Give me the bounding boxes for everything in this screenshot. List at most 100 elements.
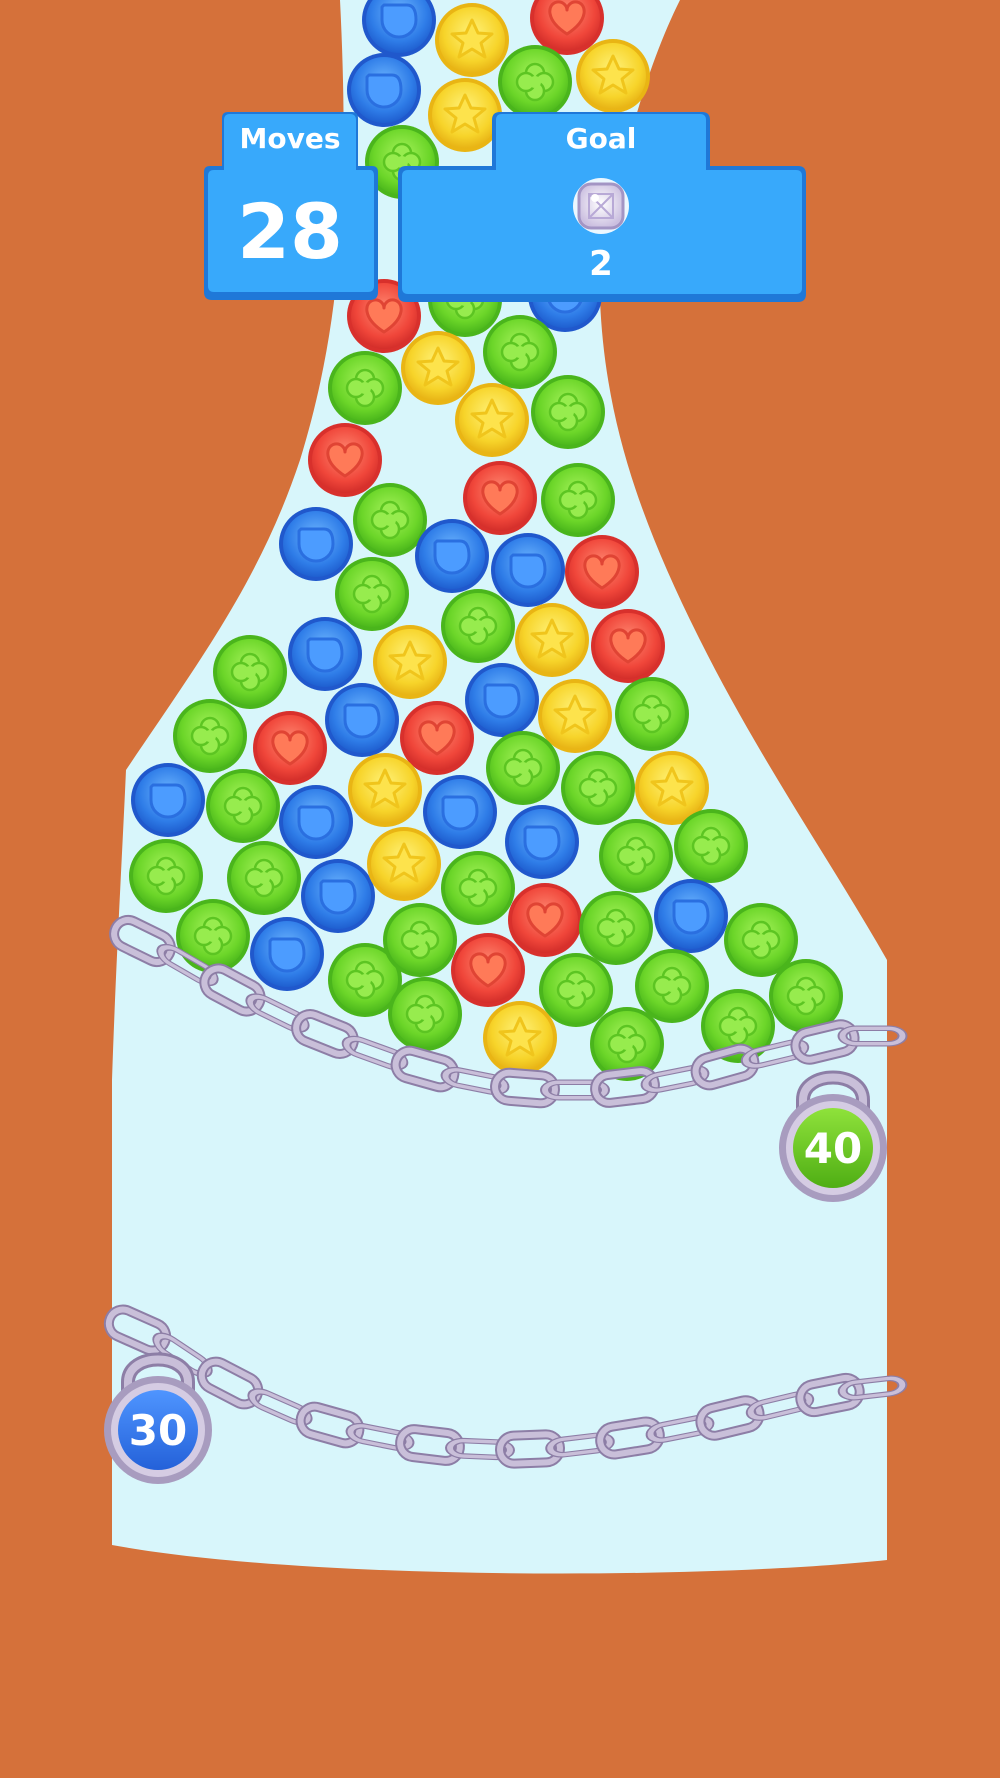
- clover-piece[interactable]: [439, 849, 517, 927]
- drop-piece[interactable]: [652, 877, 730, 955]
- drop-piece[interactable]: [421, 773, 499, 851]
- heart-piece[interactable]: [506, 881, 584, 959]
- moves-label: Moves: [239, 122, 340, 155]
- clover-icon: [225, 839, 303, 917]
- drop-icon: [299, 857, 377, 935]
- star-icon: [433, 1, 511, 79]
- clover-icon: [577, 889, 655, 967]
- clover-piece[interactable]: [613, 675, 691, 753]
- clover-piece[interactable]: [326, 349, 404, 427]
- clover-icon: [439, 849, 517, 927]
- heart-piece[interactable]: [306, 421, 384, 499]
- clover-piece[interactable]: [171, 697, 249, 775]
- drop-icon: [323, 681, 401, 759]
- drop-piece[interactable]: [323, 681, 401, 759]
- moves-value: 28: [237, 187, 343, 276]
- star-icon: [399, 329, 477, 407]
- clover-icon: [326, 349, 404, 427]
- drop-icon: [286, 615, 364, 693]
- heart-piece[interactable]: [589, 607, 667, 685]
- drop-icon: [489, 531, 567, 609]
- clover-piece[interactable]: [439, 587, 517, 665]
- heart-icon: [449, 931, 527, 1009]
- star-piece[interactable]: [574, 37, 652, 115]
- heart-icon: [306, 421, 384, 499]
- clover-icon: [211, 633, 289, 711]
- drop-icon: [413, 517, 491, 595]
- clover-piece[interactable]: [496, 43, 574, 121]
- drop-piece[interactable]: [299, 857, 377, 935]
- drop-icon: [345, 51, 423, 129]
- drop-piece[interactable]: [489, 531, 567, 609]
- drop-piece[interactable]: [277, 783, 355, 861]
- clover-piece[interactable]: [386, 975, 464, 1053]
- drop-piece[interactable]: [463, 661, 541, 739]
- star-piece[interactable]: [513, 601, 591, 679]
- drop-icon: [503, 803, 581, 881]
- drop-icon: [277, 783, 355, 861]
- lock-40-label: 40: [804, 1124, 862, 1173]
- clover-piece[interactable]: [351, 481, 429, 559]
- clover-piece[interactable]: [537, 951, 615, 1029]
- clover-piece[interactable]: [381, 901, 459, 979]
- clover-piece[interactable]: [174, 897, 252, 975]
- heart-piece[interactable]: [449, 931, 527, 1009]
- clover-icon: [481, 313, 559, 391]
- clover-piece[interactable]: [481, 313, 559, 391]
- heart-piece[interactable]: [461, 459, 539, 537]
- star-piece[interactable]: [399, 329, 477, 407]
- star-piece[interactable]: [481, 999, 559, 1077]
- drop-icon: [463, 661, 541, 739]
- clover-icon: [613, 675, 691, 753]
- goal-count: 2: [589, 244, 613, 284]
- clover-icon: [597, 817, 675, 895]
- drop-piece[interactable]: [248, 915, 326, 993]
- star-piece[interactable]: [453, 381, 531, 459]
- drop-icon: [248, 915, 326, 993]
- star-piece[interactable]: [371, 623, 449, 701]
- clover-piece[interactable]: [539, 461, 617, 539]
- heart-piece[interactable]: [563, 533, 641, 611]
- clover-piece[interactable]: [333, 555, 411, 633]
- drop-piece[interactable]: [129, 761, 207, 839]
- clover-icon: [386, 975, 464, 1053]
- star-icon: [371, 623, 449, 701]
- heart-icon: [563, 533, 641, 611]
- clover-icon: [539, 461, 617, 539]
- clover-icon: [559, 749, 637, 827]
- clover-icon: [204, 767, 282, 845]
- clover-icon: [381, 901, 459, 979]
- drop-piece[interactable]: [286, 615, 364, 693]
- star-piece[interactable]: [426, 76, 504, 154]
- clover-piece[interactable]: [559, 749, 637, 827]
- drop-piece[interactable]: [503, 803, 581, 881]
- star-icon: [346, 751, 424, 829]
- clover-icon: [439, 587, 517, 665]
- drop-piece[interactable]: [277, 505, 355, 583]
- star-icon: [513, 601, 591, 679]
- clover-piece[interactable]: [577, 889, 655, 967]
- drop-piece[interactable]: [345, 51, 423, 129]
- clover-piece[interactable]: [204, 767, 282, 845]
- drop-icon: [129, 761, 207, 839]
- star-piece[interactable]: [365, 825, 443, 903]
- game-stage: 40 30 Moves 28 Goal 2: [0, 0, 1000, 1574]
- star-icon: [574, 37, 652, 115]
- moves-panel: Moves 28: [204, 112, 378, 300]
- clover-piece[interactable]: [529, 373, 607, 451]
- clover-piece[interactable]: [633, 947, 711, 1025]
- heart-icon: [251, 709, 329, 787]
- star-piece[interactable]: [346, 751, 424, 829]
- lock-30-label: 30: [129, 1406, 187, 1455]
- clover-piece[interactable]: [225, 839, 303, 917]
- clover-piece[interactable]: [672, 807, 750, 885]
- clover-icon: [351, 481, 429, 559]
- clover-piece[interactable]: [211, 633, 289, 711]
- clover-piece[interactable]: [484, 729, 562, 807]
- clover-piece[interactable]: [597, 817, 675, 895]
- clover-piece[interactable]: [127, 837, 205, 915]
- star-piece[interactable]: [433, 1, 511, 79]
- heart-piece[interactable]: [251, 709, 329, 787]
- clover-icon: [529, 373, 607, 451]
- drop-piece[interactable]: [413, 517, 491, 595]
